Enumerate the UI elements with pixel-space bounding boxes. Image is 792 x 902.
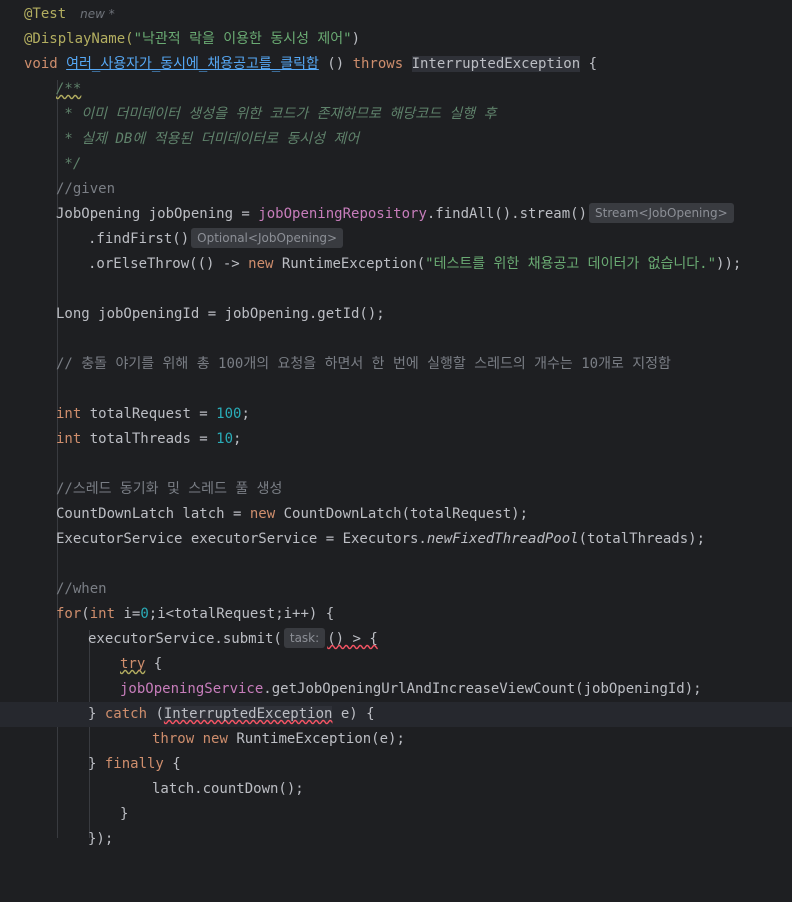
code-line[interactable]: @DisplayName("낙관적 락을 이용한 동시성 제어") bbox=[0, 27, 792, 52]
code-line[interactable]: * 실제 DB에 적용된 더미데이터로 동시성 제어 bbox=[0, 127, 792, 152]
given-comment: //given bbox=[56, 181, 116, 197]
code-line[interactable]: CountDownLatch latch = new CountDownLatc… bbox=[0, 502, 792, 527]
code-line[interactable]: } bbox=[0, 802, 792, 827]
code-line[interactable]: //given bbox=[0, 177, 792, 202]
code-line[interactable]: }); bbox=[0, 827, 792, 852]
exception-type[interactable]: InterruptedException bbox=[411, 56, 581, 72]
code-line[interactable]: .orElseThrow(() -> new RuntimeException(… bbox=[0, 252, 792, 277]
exception-message-string: "테스트를 위한 채용공고 데이터가 없습니다." bbox=[425, 256, 717, 272]
lambda-error[interactable]: () > { bbox=[327, 631, 378, 647]
code-line[interactable]: /** bbox=[0, 77, 792, 102]
doc-comment-close: */ bbox=[56, 156, 82, 172]
display-name-annotation: @DisplayName( bbox=[24, 31, 134, 47]
explanation-comment: // 충돌 야기를 위해 총 100개의 요청을 하면서 한 번에 실행할 스레… bbox=[56, 356, 671, 372]
code-line[interactable]: //when bbox=[0, 577, 792, 602]
test-method-name[interactable]: 여러_사용자가_동시에_채용공고를_클릭함 bbox=[66, 56, 319, 72]
repository-field[interactable]: jobOpeningRepository bbox=[258, 206, 427, 222]
code-line[interactable]: int totalThreads = 10; bbox=[0, 427, 792, 452]
code-line[interactable]: JobOpening jobOpening = jobOpeningReposi… bbox=[0, 202, 792, 227]
code-line[interactable]: throw new RuntimeException(e); bbox=[0, 727, 792, 752]
code-line[interactable]: */ bbox=[0, 152, 792, 177]
thread-sync-comment: //스레드 동기화 및 스레드 풀 생성 bbox=[56, 481, 283, 497]
code-line[interactable]: jobOpeningService.getJobOpeningUrlAndInc… bbox=[0, 677, 792, 702]
code-line[interactable]: .findFirst() Optional<JobOpening> bbox=[0, 227, 792, 252]
code-editor[interactable]: @Test new * @DisplayName("낙관적 락을 이용한 동시성 … bbox=[0, 0, 792, 847]
code-line[interactable]: int totalRequest = 100; bbox=[0, 402, 792, 427]
current-code-line[interactable]: } catch (InterruptedException e) { bbox=[0, 702, 792, 727]
code-line[interactable]: // 충돌 야기를 위해 총 100개의 요청을 하면서 한 번에 실행할 스레… bbox=[0, 352, 792, 377]
test-annotation: @Test bbox=[24, 6, 67, 22]
code-line[interactable]: try { bbox=[0, 652, 792, 677]
when-comment: //when bbox=[56, 581, 107, 597]
doc-comment-line: * 실제 DB에 적용된 더미데이터로 동시성 제어 bbox=[56, 131, 360, 147]
type-inlay-hint: Stream<JobOpening> bbox=[589, 203, 734, 223]
code-line[interactable]: //스레드 동기화 및 스레드 풀 생성 bbox=[0, 477, 792, 502]
display-name-string: "낙관적 락을 이용한 동시성 제어" bbox=[133, 31, 352, 47]
type-inlay-hint: Optional<JobOpening> bbox=[191, 228, 344, 248]
doc-comment-line: * 이미 더미데이터 생성을 위한 코드가 존재하므로 해당코드 실행 후 bbox=[56, 106, 497, 122]
caught-exception-type[interactable]: InterruptedException bbox=[163, 706, 333, 722]
code-line[interactable]: @Test new * bbox=[0, 2, 792, 27]
doc-comment-open: /** bbox=[56, 81, 82, 97]
author-inlay-hint: new * bbox=[80, 7, 115, 21]
code-line[interactable]: Long jobOpeningId = jobOpening.getId(); bbox=[0, 302, 792, 327]
service-field[interactable]: jobOpeningService bbox=[120, 681, 263, 697]
code-line[interactable]: ExecutorService executorService = Execut… bbox=[0, 527, 792, 552]
code-line[interactable]: latch.countDown(); bbox=[0, 777, 792, 802]
code-line[interactable]: } finally { bbox=[0, 752, 792, 777]
code-line[interactable]: void 여러_사용자가_동시에_채용공고를_클릭함 () throws Int… bbox=[0, 52, 792, 77]
code-line[interactable]: for(int i=0;i<totalRequest;i++) { bbox=[0, 602, 792, 627]
code-line[interactable]: executorService.submit(task:() > { bbox=[0, 627, 792, 652]
code-line[interactable]: * 이미 더미데이터 생성을 위한 코드가 존재하므로 해당코드 실행 후 bbox=[0, 102, 792, 127]
parameter-name-hint: task: bbox=[283, 628, 326, 648]
